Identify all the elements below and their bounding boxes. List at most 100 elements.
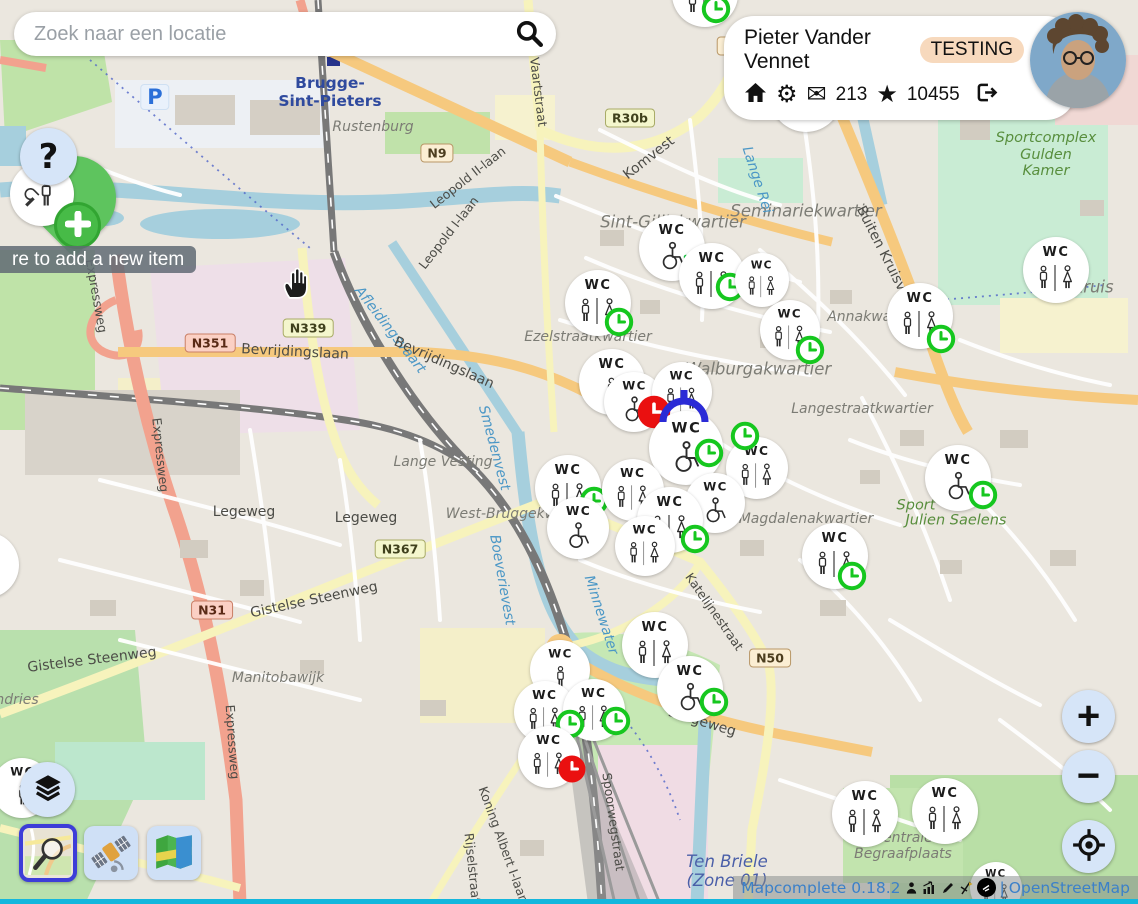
direction-arc-icon [658, 388, 710, 424]
map-label: Minnewater [581, 573, 622, 656]
toilet-marker[interactable]: WC [615, 516, 675, 576]
basemap-satellite-button[interactable] [84, 826, 138, 880]
toilet-marker[interactable]: WC [735, 253, 789, 307]
icon-divider [631, 485, 632, 509]
geolocate-button[interactable] [1062, 820, 1115, 873]
map-label: Sportcomplex Gulden Kamer [996, 130, 1097, 180]
map-label: Bevrijdingslaan [391, 334, 496, 393]
marker-wc-label: WC [677, 665, 704, 678]
satellite-icon [90, 831, 132, 876]
changesets-star-icon[interactable]: ★ [876, 83, 898, 107]
road-ref-badge: N50 [749, 649, 791, 668]
app-window: Brugge- Sint-PietersRustenburgSint-Gilli… [0, 0, 1138, 904]
map-label: Bevrijdingslaan [241, 341, 349, 363]
map-label: Lange Rei [739, 144, 776, 215]
man-icon [1036, 263, 1051, 294]
marker-wc-label: WC [945, 454, 972, 467]
man-icon [685, 0, 700, 18]
search-input[interactable] [32, 22, 512, 47]
opening-hours-clock-badge [730, 421, 760, 451]
map-label: Komvest [620, 133, 677, 183]
closed-clock-badge [557, 754, 587, 784]
opening-hours-clock-badge [837, 561, 867, 591]
marker-wc-label: WC [907, 292, 934, 305]
user-name[interactable]: Pieter Vander Vennet [744, 26, 910, 74]
map-label: Magdalenakwartier [739, 511, 874, 527]
icon-divider [596, 298, 597, 324]
messages-envelope-icon[interactable]: ✉ [807, 83, 827, 107]
icon-divider [710, 271, 711, 297]
help-button[interactable]: ? [20, 128, 77, 185]
crosshair-icon [1071, 827, 1107, 866]
toilet-marker[interactable]: WC [0, 532, 19, 598]
map-label: Afleidingsvaart [351, 283, 429, 376]
basemap-map-button[interactable] [147, 826, 201, 880]
man-icon [738, 461, 752, 490]
basemap-style-bar [21, 826, 201, 880]
marker-wc-label: WC [1043, 246, 1070, 259]
map-label: Gistelse Steenweg [27, 644, 158, 676]
logout-icon[interactable] [975, 82, 999, 108]
zoom-in-button[interactable]: + [1062, 690, 1115, 743]
basemap-osm-button[interactable] [19, 824, 77, 882]
user-panel: Pieter Vander Vennet TESTING ⚙ ✉ 213 ★ 1… [724, 12, 1122, 112]
icon-divider [653, 640, 654, 666]
man-icon [772, 324, 786, 352]
toilet-marker[interactable]: WC [547, 497, 609, 559]
user-avatar[interactable] [1030, 12, 1126, 108]
map-label: Seminariekwartier [730, 203, 881, 222]
map-overlay: Brugge- Sint-PietersRustenburgSint-Gilli… [0, 0, 1138, 904]
map-canvas[interactable]: Brugge- Sint-PietersRustenburgSint-Gilli… [0, 0, 1138, 904]
help-question-icon: ? [39, 137, 59, 177]
map-label: Leopold I-laan [416, 194, 481, 272]
home-icon[interactable] [744, 82, 767, 108]
license-icon[interactable] [977, 878, 996, 897]
marker-wc-label: WC [633, 524, 657, 536]
settings-gear-icon[interactable]: ⚙ [776, 83, 798, 107]
marker-wc-label: WC [532, 689, 557, 701]
messages-count: 213 [836, 84, 868, 106]
marker-wc-label: WC [659, 224, 686, 237]
marker-wc-label: WC [703, 481, 727, 493]
opening-hours-clock-badge [926, 324, 956, 354]
changesets-count: 10455 [907, 84, 960, 106]
toilet-marker[interactable]: WC [832, 781, 898, 847]
add-new-item-button[interactable] [54, 202, 101, 249]
user-panel-body: Pieter Vander Vennet TESTING ⚙ ✉ 213 ★ 1… [724, 16, 1076, 120]
icon-divider [643, 541, 644, 565]
icon-divider [1054, 265, 1055, 291]
map-label: Julien Saelens [906, 513, 1007, 530]
road-ref-badge: N339 [283, 319, 334, 338]
map-label: Katelijnestraat [682, 571, 746, 654]
map-label: ndries [0, 692, 39, 708]
woman-icon [764, 274, 778, 299]
toilet-marker[interactable]: WC [1023, 237, 1089, 303]
map-label: Gistelse Steenweg [249, 579, 379, 622]
layers-button[interactable] [20, 762, 75, 817]
icon-divider [788, 325, 789, 349]
opening-hours-clock-badge [604, 307, 634, 337]
woman-icon [760, 461, 776, 490]
opening-hours-clock-badge [795, 335, 825, 365]
woman-icon [1059, 263, 1076, 294]
marker-wc-label: WC [581, 687, 606, 699]
osm-link[interactable]: OpenStreetMap [1009, 879, 1130, 897]
map-label: Koning Albert I-laan [475, 785, 531, 904]
marker-wc-label: WC [657, 496, 684, 509]
road-ref-badge: N31 [191, 601, 233, 620]
zoom-out-button[interactable]: − [1062, 750, 1115, 803]
marker-wc-label: WC [620, 467, 645, 479]
marker-wc-label: WC [622, 380, 646, 392]
woman-icon [647, 540, 662, 568]
man-icon [692, 269, 707, 300]
attribution-app[interactable]: Mapcomplete 0.18.2 [741, 879, 900, 897]
edit-pencil-icon [941, 881, 955, 895]
opening-hours-clock-badge [680, 524, 710, 554]
toilet-marker[interactable]: WC [912, 778, 978, 844]
wheelchair-icon [564, 521, 591, 550]
osm-map-magnifier-icon [25, 829, 71, 878]
marker-wc-label: WC [565, 505, 590, 517]
layers-icon [32, 772, 64, 807]
opening-hours-clock-badge [699, 687, 729, 717]
search-button[interactable] [512, 17, 546, 51]
